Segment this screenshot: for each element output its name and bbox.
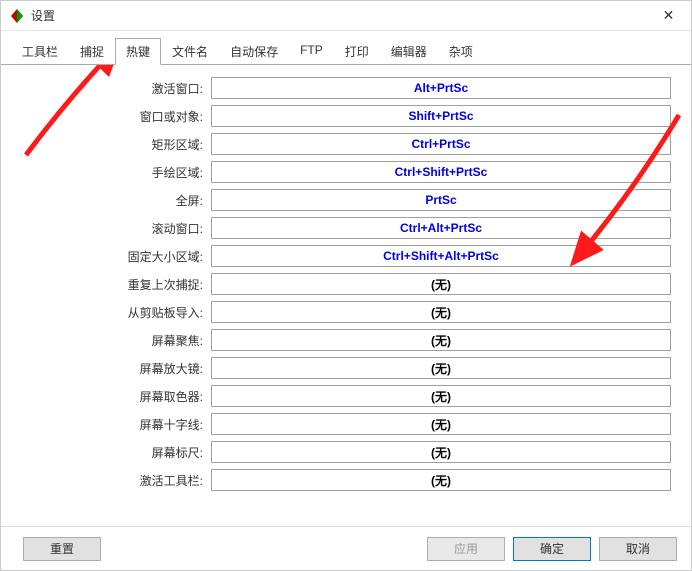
ok-button[interactable]: 确定 xyxy=(513,537,591,561)
hotkey-label: 激活工具栏: xyxy=(21,472,211,489)
hotkey-row: 屏幕放大镜: (无) xyxy=(21,357,671,379)
hotkey-input[interactable]: (无) xyxy=(211,329,671,351)
hotkey-value: (无) xyxy=(431,472,451,489)
hotkey-value: (无) xyxy=(431,388,451,405)
hotkey-label: 固定大小区域: xyxy=(21,248,211,265)
hotkey-row: 重复上次捕捉: (无) xyxy=(21,273,671,295)
hotkey-label: 重复上次捕捉: xyxy=(21,276,211,293)
hotkey-input[interactable]: (无) xyxy=(211,301,671,323)
tab-0[interactable]: 工具栏 xyxy=(11,38,69,65)
hotkey-value: (无) xyxy=(431,416,451,433)
hotkey-input[interactable]: (无) xyxy=(211,413,671,435)
hotkey-value: (无) xyxy=(431,332,451,349)
hotkey-row: 全屏: PrtSc xyxy=(21,189,671,211)
hotkey-label: 窗口或对象: xyxy=(21,108,211,125)
tab-5[interactable]: FTP xyxy=(289,38,334,65)
hotkey-value: Shift+PrtSc xyxy=(408,109,473,123)
apply-button[interactable]: 应用 xyxy=(427,537,505,561)
tab-6[interactable]: 打印 xyxy=(334,38,380,65)
hotkey-input[interactable]: Shift+PrtSc xyxy=(211,105,671,127)
hotkey-label: 矩形区域: xyxy=(21,136,211,153)
cancel-button[interactable]: 取消 xyxy=(599,537,677,561)
hotkey-label: 屏幕标尺: xyxy=(21,444,211,461)
hotkey-label: 屏幕取色器: xyxy=(21,388,211,405)
hotkey-value: Ctrl+Shift+PrtSc xyxy=(395,165,488,179)
hotkey-label: 屏幕十字线: xyxy=(21,416,211,433)
reset-button[interactable]: 重置 xyxy=(23,537,101,561)
hotkey-row: 屏幕标尺: (无) xyxy=(21,441,671,463)
hotkey-label: 屏幕聚焦: xyxy=(21,332,211,349)
hotkey-label: 全屏: xyxy=(21,192,211,209)
tab-8[interactable]: 杂项 xyxy=(438,38,484,65)
hotkey-row: 从剪贴板导入: (无) xyxy=(21,301,671,323)
hotkey-input[interactable]: Ctrl+PrtSc xyxy=(211,133,671,155)
tab-strip: 工具栏捕捉热键文件名自动保存FTP打印编辑器杂项 xyxy=(1,31,691,65)
hotkey-value: Alt+PrtSc xyxy=(414,81,468,95)
close-button[interactable]: ✕ xyxy=(646,1,691,31)
hotkey-label: 激活窗口: xyxy=(21,80,211,97)
hotkey-input[interactable]: (无) xyxy=(211,385,671,407)
hotkey-label: 从剪贴板导入: xyxy=(21,304,211,321)
tab-7[interactable]: 编辑器 xyxy=(380,38,438,65)
hotkey-input[interactable]: (无) xyxy=(211,273,671,295)
hotkey-row: 激活窗口: Alt+PrtSc xyxy=(21,77,671,99)
hotkey-input[interactable]: (无) xyxy=(211,441,671,463)
hotkey-row: 手绘区域: Ctrl+Shift+PrtSc xyxy=(21,161,671,183)
hotkey-value: (无) xyxy=(431,360,451,377)
hotkey-input[interactable]: (无) xyxy=(211,469,671,491)
hotkey-row: 固定大小区域: Ctrl+Shift+Alt+PrtSc xyxy=(21,245,671,267)
hotkey-row: 屏幕十字线: (无) xyxy=(21,413,671,435)
dialog-footer: 重置 应用 确定 取消 xyxy=(1,526,691,570)
hotkey-value: Ctrl+PrtSc xyxy=(411,137,470,151)
hotkey-row: 滚动窗口: Ctrl+Alt+PrtSc xyxy=(21,217,671,239)
hotkey-input[interactable]: Ctrl+Shift+Alt+PrtSc xyxy=(211,245,671,267)
hotkey-value: PrtSc xyxy=(425,193,456,207)
hotkey-row: 矩形区域: Ctrl+PrtSc xyxy=(21,133,671,155)
hotkey-row: 激活工具栏: (无) xyxy=(21,469,671,491)
hotkey-input[interactable]: (无) xyxy=(211,357,671,379)
hotkey-value: (无) xyxy=(431,276,451,293)
hotkey-value: (无) xyxy=(431,304,451,321)
hotkey-label: 屏幕放大镜: xyxy=(21,360,211,377)
hotkey-value: Ctrl+Shift+Alt+PrtSc xyxy=(383,249,499,263)
tab-panel-hotkeys: 激活窗口: Alt+PrtSc 窗口或对象: Shift+PrtSc 矩形区域: Ctrl… xyxy=(1,65,691,537)
tab-3[interactable]: 文件名 xyxy=(161,38,219,65)
tab-1[interactable]: 捕捉 xyxy=(69,38,115,65)
hotkey-label: 手绘区域: xyxy=(21,164,211,181)
hotkey-row: 屏幕取色器: (无) xyxy=(21,385,671,407)
hotkey-row: 屏幕聚焦: (无) xyxy=(21,329,671,351)
hotkey-input[interactable]: Alt+PrtSc xyxy=(211,77,671,99)
title-bar: 设置 ✕ xyxy=(1,1,691,31)
hotkey-row: 窗口或对象: Shift+PrtSc xyxy=(21,105,671,127)
hotkey-input[interactable]: Ctrl+Alt+PrtSc xyxy=(211,217,671,239)
app-icon xyxy=(9,8,25,24)
hotkey-value: Ctrl+Alt+PrtSc xyxy=(400,221,482,235)
tab-2[interactable]: 热键 xyxy=(115,38,161,65)
hotkey-input[interactable]: PrtSc xyxy=(211,189,671,211)
window-title: 设置 xyxy=(31,7,55,24)
hotkey-input[interactable]: Ctrl+Shift+PrtSc xyxy=(211,161,671,183)
hotkey-label: 滚动窗口: xyxy=(21,220,211,237)
tab-4[interactable]: 自动保存 xyxy=(219,38,289,65)
close-icon: ✕ xyxy=(663,7,675,24)
hotkey-value: (无) xyxy=(431,444,451,461)
